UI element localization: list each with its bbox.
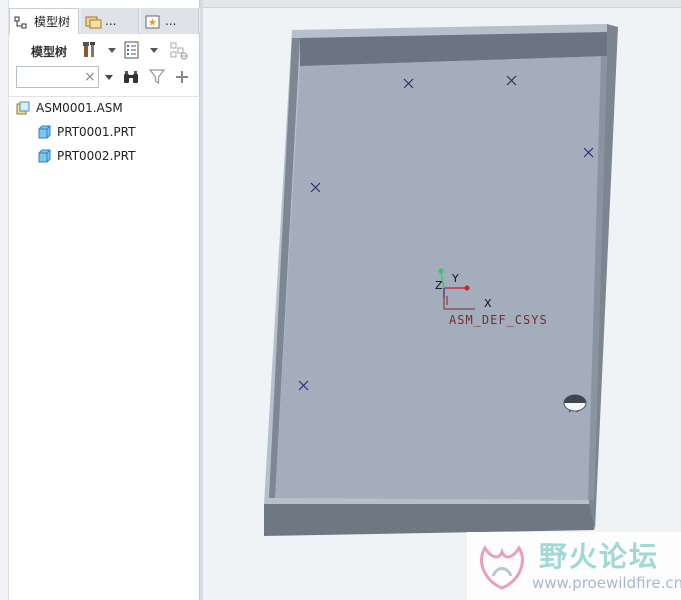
- csys-axis-x-label: X: [484, 297, 492, 310]
- graphics-viewport[interactable]: Z Y X ASM_DEF_CSYS 野火论坛 www.proewildfire…: [203, 0, 681, 600]
- csys-name-label: ASM_DEF_CSYS: [449, 313, 548, 327]
- tree-filter-settings-icon[interactable]: [169, 41, 188, 60]
- part-icon: [37, 125, 51, 139]
- pocket-floor: [275, 56, 607, 500]
- tab-model-tree[interactable]: 模型树: [9, 8, 79, 34]
- csys-axis-y-label: Y: [452, 272, 459, 285]
- tree-item-label: PRT0001.PRT: [57, 125, 136, 139]
- settings-dropdown-caret[interactable]: [108, 48, 116, 53]
- watermark-logo-icon: [480, 545, 524, 590]
- tree-item-part[interactable]: PRT0001.PRT: [37, 121, 135, 143]
- panel-edge: [0, 0, 9, 600]
- settings-tools-icon[interactable]: [81, 41, 99, 59]
- csys-axis-z-label: Z: [435, 279, 443, 292]
- model-tree-title: 模型树: [31, 45, 68, 59]
- search-history-caret[interactable]: [105, 75, 113, 80]
- tree-item-part[interactable]: PRT0002.PRT: [37, 145, 135, 167]
- app-window: 模型树 ... ... 模型树 × ASM0001.ASM PRT0001.PR…: [0, 0, 681, 600]
- navigator-tabbar: 模型树 ... ...: [9, 8, 200, 34]
- part-icon: [37, 149, 51, 163]
- model-tree-toolbar: 模型树: [9, 38, 200, 64]
- clear-search-icon[interactable]: ×: [84, 68, 96, 86]
- watermark-title: 野火论坛: [539, 540, 660, 573]
- show-list-icon[interactable]: [123, 41, 141, 59]
- show-dropdown-caret[interactable]: [150, 48, 158, 53]
- folder-icon: [85, 13, 102, 29]
- tree-search-row: ×: [9, 65, 200, 91]
- tab-favorites-label: ...: [165, 14, 177, 28]
- filter-icon[interactable]: [148, 68, 166, 86]
- hole-feature[interactable]: [563, 394, 587, 412]
- tab-layers[interactable]: ...: [81, 8, 139, 34]
- tree-item-assembly[interactable]: ASM0001.ASM: [16, 97, 123, 119]
- model-scene: [264, 24, 618, 536]
- watermark: 野火论坛 www.proewildfire.cn: [467, 532, 681, 600]
- assembly-icon: [16, 101, 30, 115]
- navigator-panel: 模型树 ... ... 模型树 × ASM0001.ASM PRT0001.PR…: [0, 0, 200, 600]
- watermark-url: www.proewildfire.cn: [532, 574, 681, 592]
- model-tree-icon: [14, 14, 30, 30]
- tree-item-label: ASM0001.ASM: [36, 101, 123, 115]
- model-tree: ASM0001.ASM PRT0001.PRT PRT0002.PRT: [9, 96, 200, 163]
- favorites-icon: [145, 13, 161, 29]
- tree-item-label: PRT0002.PRT: [57, 149, 136, 163]
- tab-model-tree-label: 模型树: [34, 14, 71, 29]
- add-icon[interactable]: [173, 68, 191, 86]
- tab-layers-label: ...: [105, 14, 117, 28]
- find-binoculars-icon[interactable]: [122, 68, 140, 86]
- tab-favorites[interactable]: ...: [141, 8, 199, 34]
